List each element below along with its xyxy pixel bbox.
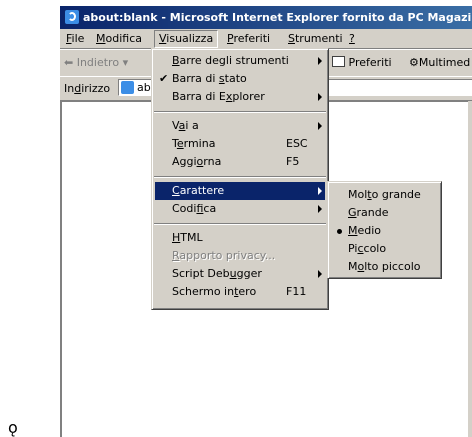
submenu-arrow-icon	[318, 270, 322, 278]
address-label: Indirizzo	[64, 82, 111, 95]
menu-item-font-size[interactable]: Carattere	[155, 182, 325, 200]
submenu-arrow-icon	[318, 57, 322, 65]
shortcut-label: F11	[286, 285, 307, 298]
window-title: about:blank - Microsoft Internet Explore…	[83, 11, 472, 24]
menu-item-toolbars[interactable]: Barre degli strumenti	[155, 52, 325, 70]
font-size-large[interactable]: Grande	[331, 204, 438, 222]
font-size-submenu: Molto grande Grande Medio Piccolo Molto …	[327, 181, 442, 279]
menu-item-explorer-bar[interactable]: Barra di Explorer	[155, 88, 325, 106]
menu-separator	[154, 111, 326, 113]
menu-item-stop[interactable]: Termina ESC	[155, 135, 325, 153]
menu-item-status-bar[interactable]: ✔ Barra di stato	[155, 70, 325, 88]
title-bar[interactable]: about:blank - Microsoft Internet Explore…	[60, 6, 472, 29]
menu-strumenti[interactable]: Strumenti	[284, 31, 347, 47]
page-icon	[121, 81, 134, 94]
menu-item-encoding[interactable]: Codifica	[155, 200, 325, 218]
menu-separator	[154, 176, 326, 178]
menu-file[interactable]: File	[62, 31, 88, 47]
media-button[interactable]: ⚙︎Multimed	[409, 56, 470, 69]
favorites-button[interactable]: Preferiti	[332, 56, 392, 69]
font-size-medium[interactable]: Medio	[331, 222, 438, 240]
media-icon: ⚙︎	[409, 56, 419, 69]
menu-separator	[154, 223, 326, 225]
menu-modifica[interactable]: Modifica	[92, 31, 146, 47]
favorites-icon	[332, 56, 345, 67]
menu-preferiti[interactable]: Preferiti	[223, 31, 274, 47]
menu-item-go-to[interactable]: Vai a	[155, 117, 325, 135]
submenu-arrow-icon	[318, 122, 322, 130]
shortcut-label: F5	[286, 155, 300, 168]
view-menu: Barre degli strumenti ✔ Barra di stato B…	[151, 48, 329, 310]
menu-item-privacy-report: Rapporto privacy...	[172, 249, 276, 262]
menu-visualizza[interactable]: Visualizza	[154, 30, 219, 48]
stray-character: ǫ	[8, 418, 18, 437]
menu-item-script-debugger[interactable]: Script Debugger	[155, 265, 325, 283]
font-size-smallest[interactable]: Molto piccolo	[331, 258, 438, 276]
dropdown-arrow-icon[interactable]: ▾	[123, 56, 129, 69]
internet-explorer-icon	[65, 10, 79, 24]
menu-item-html[interactable]: HTML	[155, 229, 325, 247]
back-button[interactable]: ⬅︎ Indietro ▾	[64, 56, 128, 69]
checkmark-icon: ✔	[159, 72, 169, 85]
menu-bar: File Modifica Visualizza Preferiti Strum…	[60, 29, 472, 49]
submenu-arrow-icon	[318, 93, 322, 101]
back-arrow-icon: ⬅︎	[64, 56, 74, 69]
radio-bullet-icon	[337, 229, 342, 234]
font-size-largest[interactable]: Molto grande	[331, 186, 438, 204]
menu-item-refresh[interactable]: Aggiorna F5	[155, 153, 325, 171]
browser-window: about:blank - Microsoft Internet Explore…	[60, 6, 472, 437]
font-size-small[interactable]: Piccolo	[331, 240, 438, 258]
submenu-arrow-icon	[318, 205, 322, 213]
menu-help[interactable]: ?	[345, 31, 359, 47]
shortcut-label: ESC	[286, 137, 308, 150]
menu-item-full-screen[interactable]: Schermo intero F11	[155, 283, 325, 301]
submenu-arrow-icon	[318, 187, 322, 195]
